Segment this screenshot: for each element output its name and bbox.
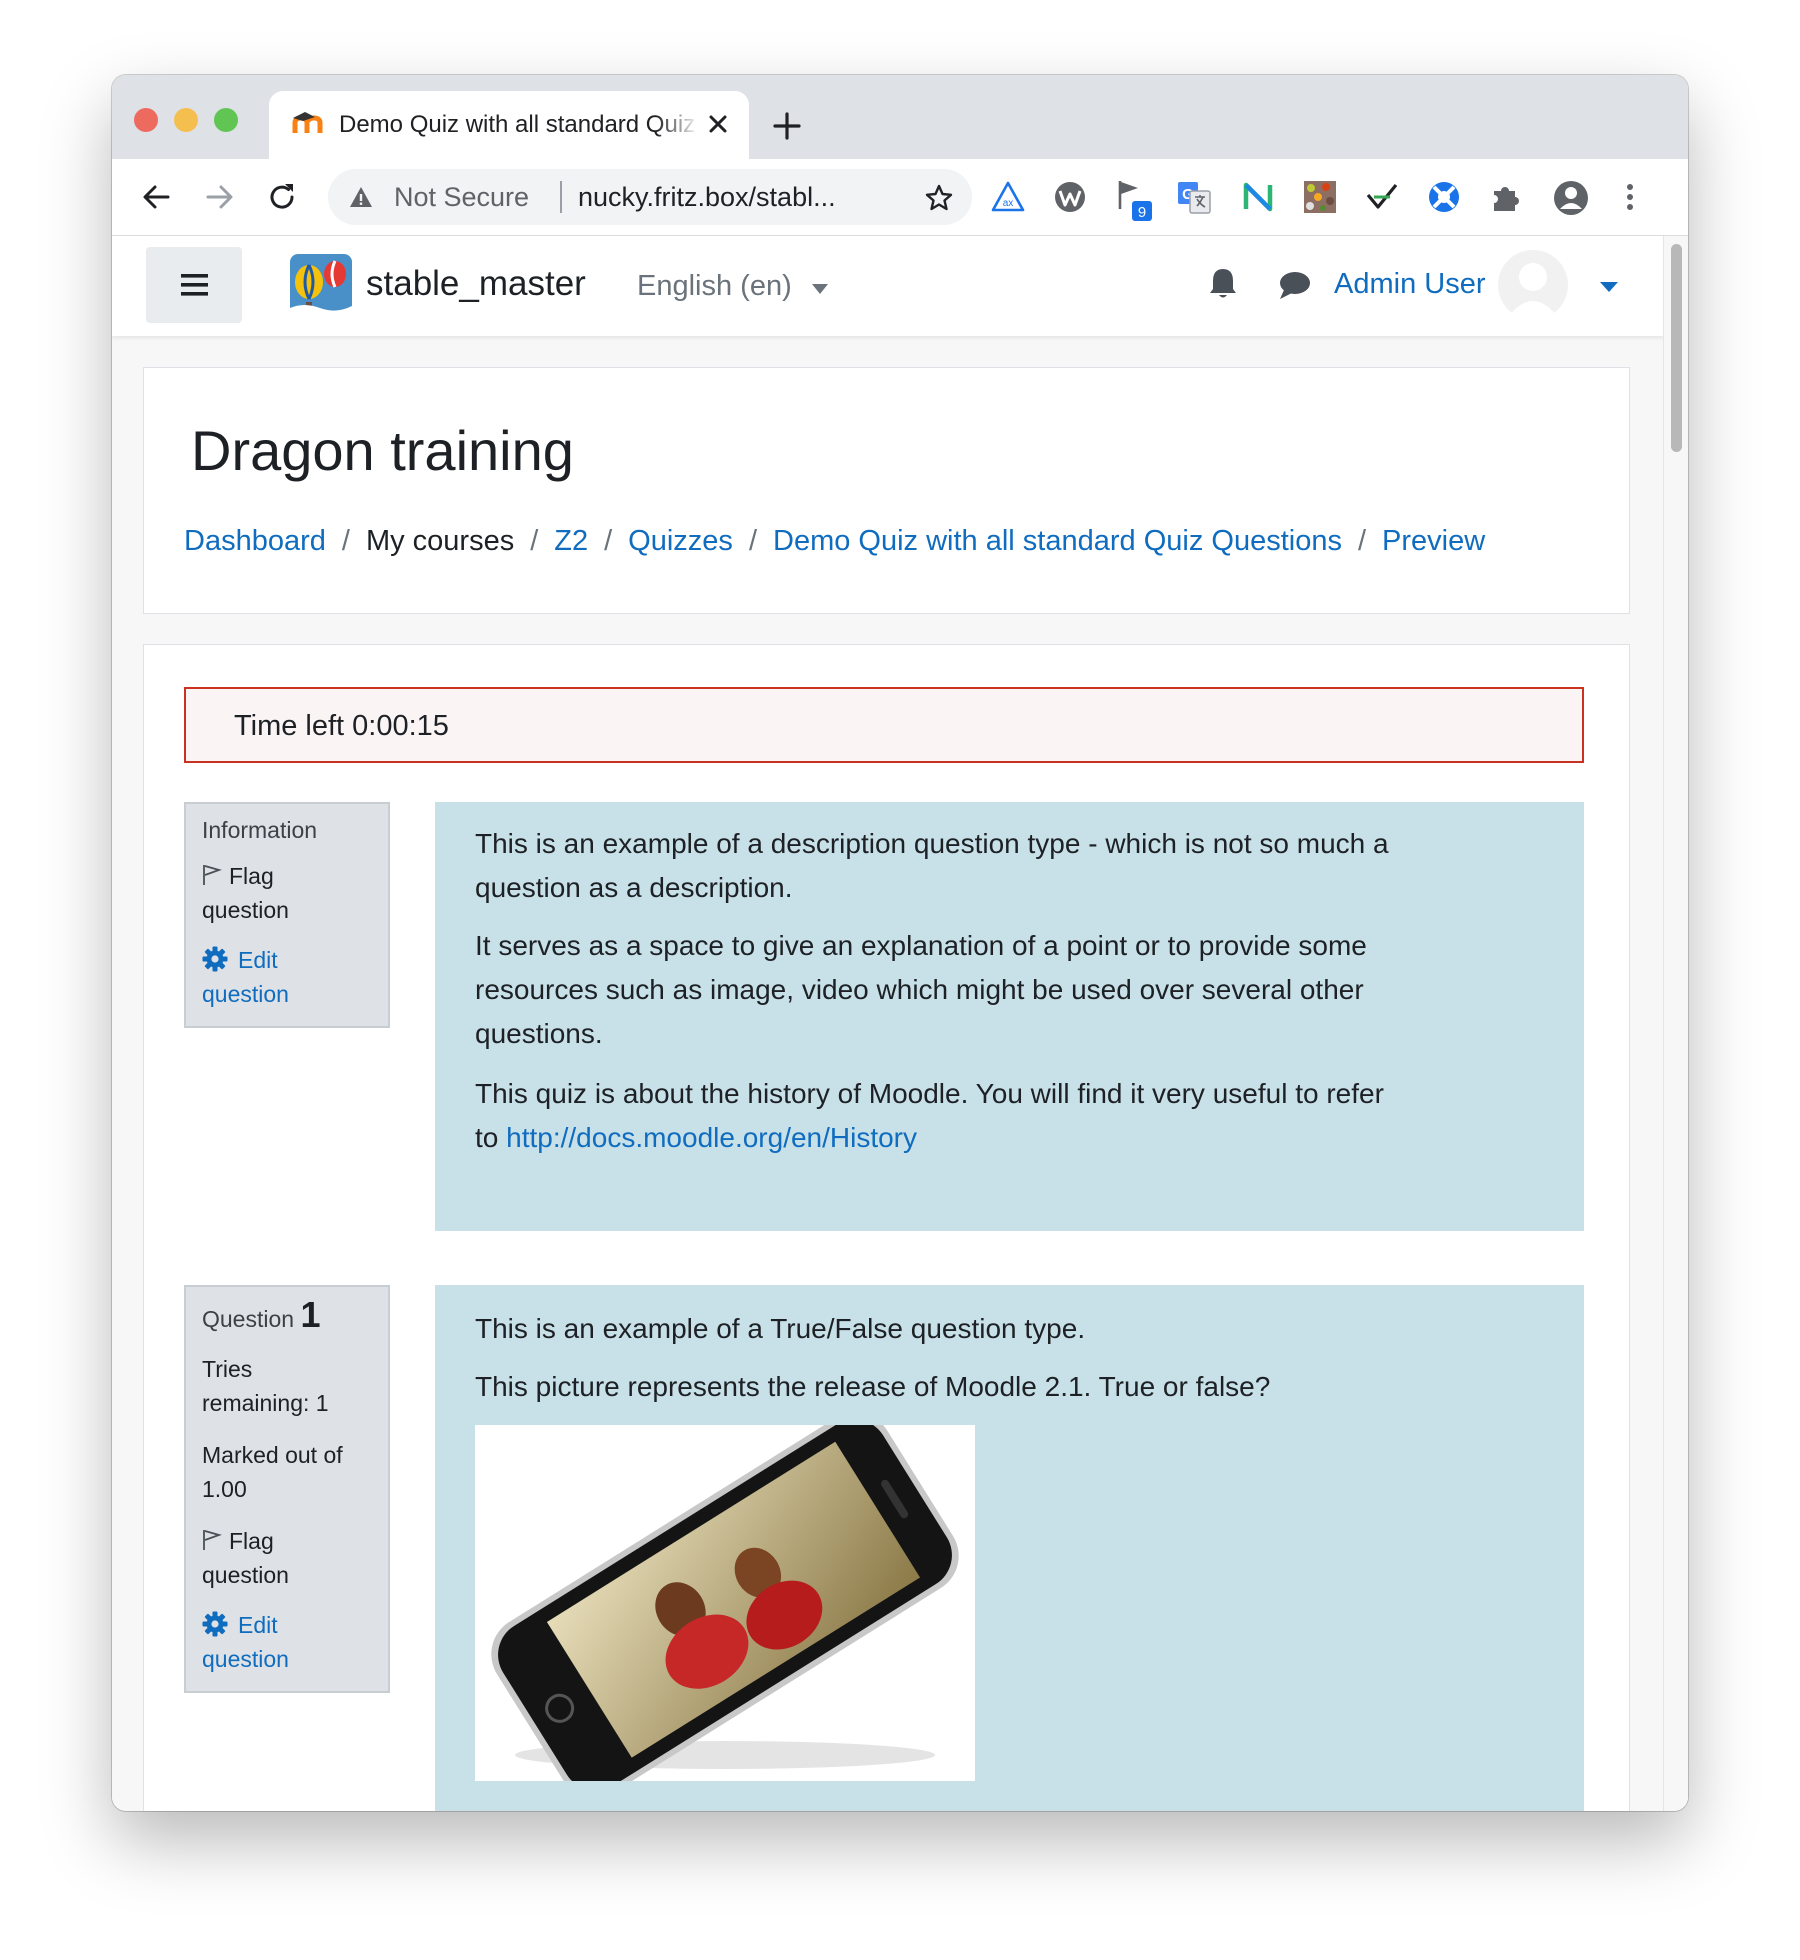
question-number: Question 1 bbox=[202, 1294, 321, 1335]
page-viewport: stable_master English (en) Admin User Dr… bbox=[112, 236, 1688, 1811]
info-text-line: to http://docs.moodle.org/en/History bbox=[475, 1122, 918, 1153]
marked-out-of-value: 1.00 bbox=[202, 1476, 247, 1502]
browser-toolbar: Not Secure nucky.fritz.box/stabl... ax 9… bbox=[112, 159, 1688, 236]
kebab-menu-icon[interactable] bbox=[1620, 179, 1656, 215]
edit-question-link[interactable]: Edit bbox=[202, 1609, 278, 1641]
info-text-line: resources such as image, video which mig… bbox=[475, 974, 1364, 1005]
edit-question-label[interactable]: question bbox=[202, 1643, 289, 1675]
close-window-button[interactable] bbox=[134, 108, 158, 132]
history-doc-link[interactable]: http://docs.moodle.org/en/History bbox=[506, 1122, 917, 1153]
flag-outline-icon bbox=[203, 865, 222, 885]
site-name[interactable]: stable_master bbox=[366, 262, 586, 306]
zoom-window-button[interactable] bbox=[214, 108, 238, 132]
question-1-sidebar: Question 1 Tries remaining: 1 Marked out… bbox=[184, 1285, 390, 1693]
security-label[interactable]: Not Secure bbox=[394, 181, 529, 213]
breadcrumb-separator: / bbox=[604, 525, 613, 557]
breadcrumb-separator: / bbox=[1357, 525, 1367, 557]
edit-question-link[interactable]: Edit bbox=[202, 944, 278, 976]
language-menu[interactable]: English (en) bbox=[637, 266, 792, 306]
close-tab-icon[interactable] bbox=[705, 111, 731, 142]
info-block-sidebar: Information Flag question Edit question bbox=[184, 802, 390, 1028]
minimize-window-button[interactable] bbox=[174, 108, 198, 132]
tries-remaining-label: Tries bbox=[202, 1356, 253, 1382]
info-heading: Information bbox=[202, 817, 318, 843]
info-text-line: This is an example of a description ques… bbox=[475, 828, 1389, 859]
moodle-navbar: stable_master English (en) Admin User bbox=[112, 236, 1664, 336]
notification-bell-icon[interactable] bbox=[1208, 266, 1238, 305]
scrollbar-thumb[interactable] bbox=[1671, 244, 1682, 452]
question-1-content: This is an example of a True/False quest… bbox=[435, 1285, 1584, 1811]
wordpress-extension-icon[interactable] bbox=[1052, 179, 1088, 215]
breadcrumb-quiz[interactable]: Demo Quiz with all standard Quiz Questio… bbox=[773, 525, 1342, 557]
extensions-puzzle-icon[interactable] bbox=[1488, 179, 1524, 215]
info-text-line: question as a description. bbox=[475, 872, 793, 903]
reload-icon[interactable] bbox=[266, 181, 298, 218]
breadcrumb: Dashboard / My courses / Z2 / Quizzes / Demo Qui… bbox=[184, 521, 1485, 561]
breadcrumb-course[interactable]: Z2 bbox=[554, 525, 588, 557]
flag-outline-icon bbox=[203, 1530, 222, 1550]
page-title: Dragon training bbox=[191, 419, 574, 482]
caret-down-icon[interactable] bbox=[812, 281, 828, 299]
pattern-extension-icon[interactable] bbox=[1302, 179, 1338, 215]
n-extension-icon[interactable] bbox=[1240, 179, 1276, 215]
default-user-icon bbox=[1506, 263, 1560, 320]
bookmark-star-icon[interactable] bbox=[924, 183, 954, 218]
page-scrollbar[interactable] bbox=[1663, 236, 1688, 1811]
info-text-line: It serves as a space to give an explanat… bbox=[475, 930, 1367, 961]
balloon-logo-icon[interactable] bbox=[290, 254, 352, 321]
timer-text: Time left 0:00:15 bbox=[234, 710, 449, 742]
forward-arrow-icon[interactable] bbox=[204, 181, 236, 218]
moodle-favicon-icon bbox=[291, 109, 325, 144]
flag-question-link[interactable]: Flag bbox=[202, 1525, 274, 1557]
url-text[interactable]: nucky.fritz.box/stabl... bbox=[578, 181, 836, 213]
gear-icon bbox=[202, 1611, 228, 1637]
tab-title: Demo Quiz with all standard Quiz Questio… bbox=[339, 111, 699, 138]
browser-window: Demo Quiz with all standard Quiz Questio… bbox=[112, 75, 1688, 1811]
profile-icon[interactable] bbox=[1552, 179, 1588, 215]
warning-triangle-icon[interactable] bbox=[348, 185, 374, 214]
quiz-region: Time left 0:00:15 Information Flag quest… bbox=[143, 644, 1630, 1811]
check-extension-icon[interactable] bbox=[1364, 179, 1400, 215]
new-tab-icon[interactable] bbox=[772, 111, 802, 146]
omnibox-separator bbox=[560, 181, 562, 213]
flag-question-link[interactable]: Flag bbox=[202, 860, 274, 892]
lifebuoy-extension-icon[interactable] bbox=[1426, 179, 1462, 215]
edit-question-label[interactable]: question bbox=[202, 978, 289, 1010]
gear-icon bbox=[202, 946, 228, 972]
tab-strip: Demo Quiz with all standard Quiz Questio… bbox=[112, 75, 1688, 159]
page-header: Dragon training Dashboard / My courses / Z2 /… bbox=[143, 367, 1630, 614]
tries-remaining-value: remaining: 1 bbox=[202, 1390, 329, 1416]
ax-extension-icon[interactable]: ax bbox=[990, 179, 1026, 215]
svg-text:ax: ax bbox=[1003, 198, 1014, 209]
address-bar[interactable]: Not Secure nucky.fritz.box/stabl... bbox=[328, 169, 972, 225]
breadcrumb-my-courses: My courses bbox=[365, 525, 515, 557]
breadcrumb-separator: / bbox=[748, 525, 757, 557]
quiz-timer: Time left 0:00:15 bbox=[184, 687, 1584, 763]
breadcrumb-separator: / bbox=[530, 525, 539, 557]
question-text: This picture represents the release of M… bbox=[475, 1371, 1271, 1402]
info-text-line: questions. bbox=[475, 1018, 603, 1049]
flag-extension-icon[interactable]: 9 bbox=[1114, 179, 1152, 221]
tab-active[interactable]: Demo Quiz with all standard Quiz Questio… bbox=[269, 91, 749, 159]
breadcrumb-quizzes[interactable]: Quizzes bbox=[628, 525, 733, 557]
breadcrumb-separator: / bbox=[341, 525, 350, 557]
info-block-content: This is an example of a description ques… bbox=[435, 802, 1584, 1231]
flag-question-label[interactable]: question bbox=[202, 894, 289, 926]
info-text-line: This quiz is about the history of Moodle… bbox=[475, 1078, 1384, 1109]
user-menu-caret-icon[interactable] bbox=[1600, 279, 1618, 297]
flag-question-label[interactable]: question bbox=[202, 1559, 289, 1591]
marked-out-of-label: Marked out of bbox=[202, 1442, 343, 1468]
extension-badge-count: 9 bbox=[1138, 204, 1146, 221]
messages-chat-icon[interactable] bbox=[1278, 270, 1312, 305]
user-menu-name[interactable]: Admin User bbox=[1334, 262, 1486, 306]
hamburger-icon bbox=[181, 274, 208, 296]
question-image-phone bbox=[475, 1425, 975, 1781]
breadcrumb-dashboard[interactable]: Dashboard bbox=[184, 525, 326, 557]
user-avatar[interactable] bbox=[1498, 250, 1568, 320]
back-arrow-icon[interactable] bbox=[140, 181, 172, 218]
question-text: This is an example of a True/False quest… bbox=[475, 1313, 1086, 1344]
drawer-toggle-button[interactable] bbox=[146, 247, 242, 323]
translate-extension-icon[interactable]: G bbox=[1176, 179, 1212, 215]
breadcrumb-preview[interactable]: Preview bbox=[1382, 525, 1485, 557]
